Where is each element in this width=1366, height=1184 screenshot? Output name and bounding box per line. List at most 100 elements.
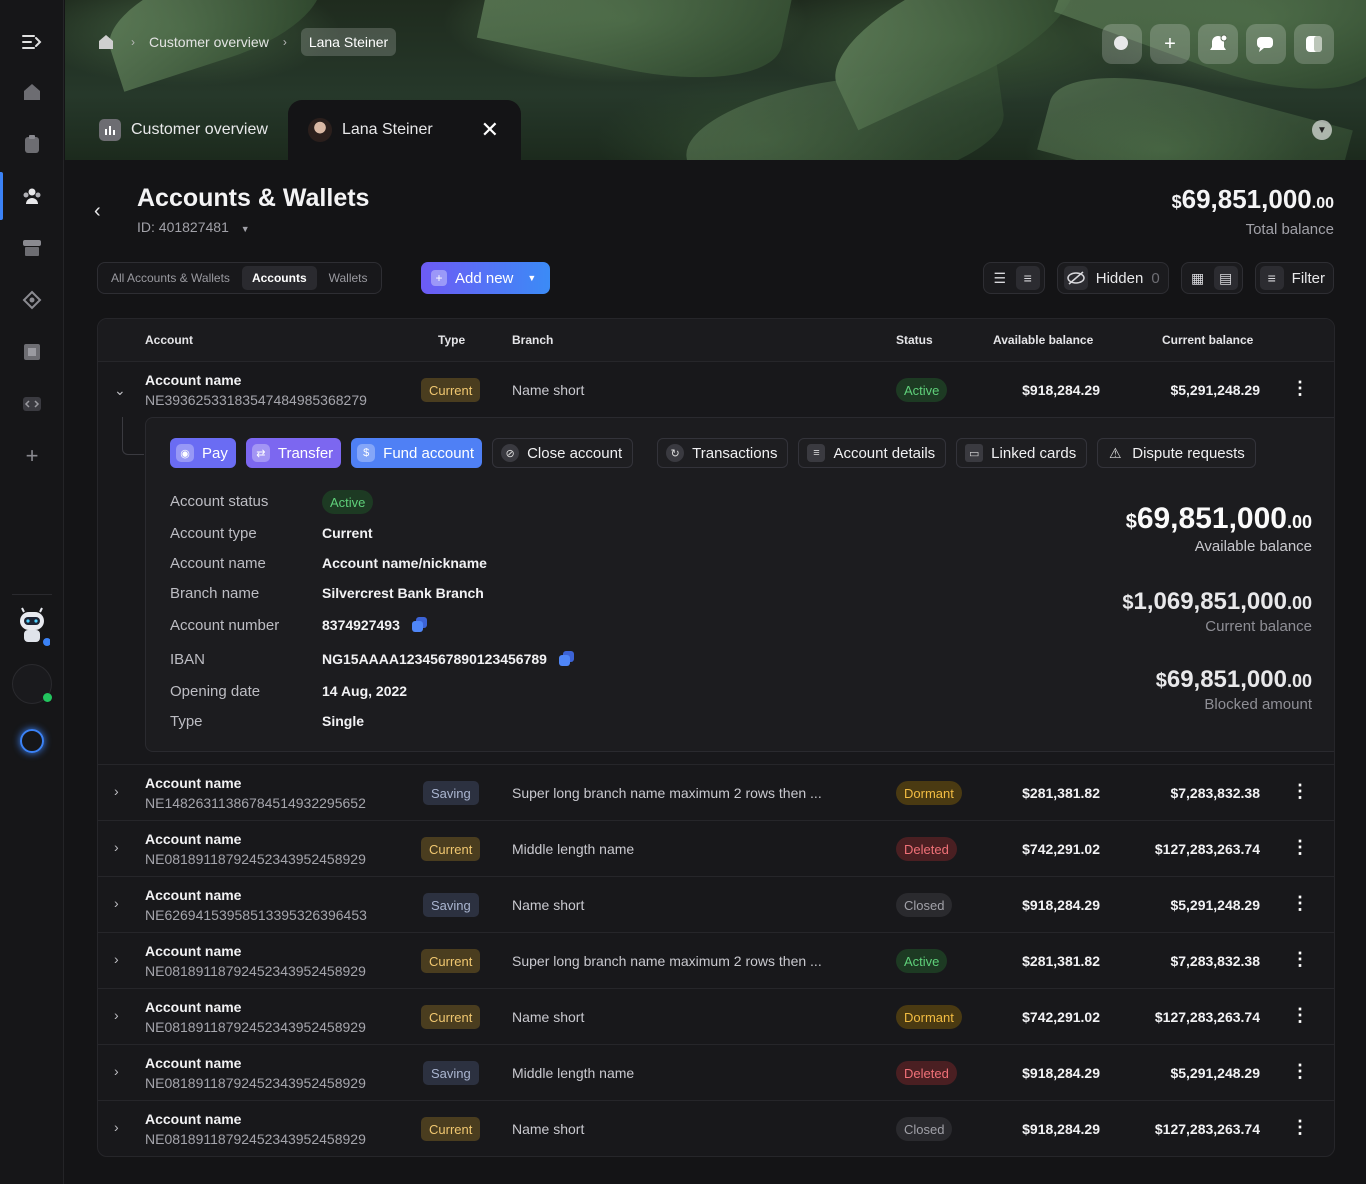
messages-button[interactable] [1246, 24, 1286, 64]
more-options-icon[interactable]: ⋮ [1291, 1117, 1309, 1138]
compact-view-icon[interactable]: ≡ [1015, 266, 1040, 290]
transactions-button[interactable]: ↻ Transactions [657, 438, 789, 468]
table-row[interactable]: › Account name NE0818911879245234395245892… [98, 1045, 1334, 1101]
tab-customer-overview[interactable]: Customer overview [65, 100, 288, 160]
available-balance: $742,291.02 [1022, 841, 1100, 857]
table-row[interactable]: › Account name NE0818911879245234395245892… [98, 933, 1334, 989]
account-type-segmented-control: All Accounts & Wallets Accounts Wallets [97, 262, 382, 294]
currency-symbol: $ [1122, 592, 1134, 614]
add-new-button[interactable]: + Add new ▼ [421, 262, 551, 294]
more-options-icon[interactable]: ⋮ [1291, 781, 1309, 802]
chevron-right-icon[interactable]: › [114, 895, 119, 911]
tab-lana-steiner[interactable]: Lana Steiner ✕ [287, 100, 522, 160]
table-row[interactable]: › Account name NE1482631138678451493229565… [98, 765, 1334, 821]
status-badge: Dormant [896, 1005, 962, 1029]
user-avatar[interactable] [12, 664, 52, 704]
account-details-button[interactable]: ≡ Account details [798, 438, 947, 468]
document-icon[interactable]: ▤ [1213, 266, 1238, 290]
copy-icon[interactable] [558, 651, 575, 667]
document-icon: ≡ [807, 444, 826, 462]
customer-id-dropdown[interactable]: ID: 401827481 ▼ [137, 219, 250, 235]
table-row[interactable]: › Account name NE0818911879245234395245892… [98, 821, 1334, 877]
tab-bar: Customer overview Lana Steiner ✕ [65, 100, 522, 160]
more-options-icon[interactable]: ⋮ [1291, 949, 1309, 970]
header-current-balance[interactable]: Current balance [1162, 333, 1253, 347]
filter-button[interactable]: ≡ Filter [1254, 262, 1334, 294]
header-account[interactable]: Account [145, 333, 193, 347]
available-balance: $918,284.29 [1022, 897, 1100, 913]
type-badge: Current [421, 378, 481, 402]
ai-orb-icon[interactable] [20, 729, 44, 753]
transfer-button[interactable]: ⇄ Transfer [245, 438, 342, 468]
holder-type-value: Single [322, 713, 365, 729]
segment-accounts[interactable]: Accounts [241, 266, 317, 290]
customers-icon[interactable] [20, 184, 44, 208]
pay-icon: ◉ [176, 444, 194, 462]
pay-button[interactable]: ◉ Pay [170, 438, 236, 468]
account-actions: ◉ Pay ⇄ Transfer $ Fund account ⊘ Close acco… [170, 438, 1256, 468]
search-button[interactable] [1102, 24, 1142, 64]
current-balance-label: Current balance [1205, 618, 1312, 635]
assistant-bot-icon[interactable] [14, 606, 51, 646]
available-balance-summary: $69,851,000.00 Available balance [1126, 502, 1312, 555]
collapse-menu-icon[interactable] [20, 30, 44, 54]
more-options-icon[interactable]: ⋮ [1291, 378, 1309, 399]
chevron-right-icon[interactable]: › [114, 1007, 119, 1023]
filter-icon: ≡ [1259, 266, 1284, 290]
close-icon[interactable]: ✕ [481, 117, 499, 143]
store-icon[interactable] [20, 236, 44, 260]
chevron-right-icon[interactable]: › [114, 839, 119, 855]
add-icon[interactable]: + [20, 443, 44, 468]
table-row[interactable]: › Account name NE0818911879245234395245892… [98, 1101, 1334, 1156]
branch-name: Name short [512, 382, 585, 398]
hidden-toggle[interactable]: Hidden 0 [1056, 262, 1169, 294]
list-view-icon[interactable]: ☰ [988, 266, 1012, 290]
chevron-down-icon[interactable]: ⌄ [114, 382, 126, 399]
type-badge: Current [421, 1005, 481, 1029]
table-row[interactable]: › Account name NE6269415395851339532639645… [98, 877, 1334, 933]
panel-toggle-button[interactable] [1294, 24, 1334, 64]
chevron-right-icon[interactable]: › [114, 1119, 119, 1135]
code-icon[interactable] [20, 392, 44, 416]
account-type-value: Current [322, 525, 373, 541]
breadcrumb-customer-overview[interactable]: Customer overview [149, 34, 269, 50]
table-row[interactable]: ⌄ Account name NE39362533183547484985368… [98, 362, 1334, 418]
segment-wallets[interactable]: Wallets [319, 266, 378, 290]
more-options-icon[interactable]: ⋮ [1291, 837, 1309, 858]
hidden-count: 0 [1151, 269, 1160, 287]
clipboard-icon[interactable] [20, 132, 44, 156]
header-type[interactable]: Type [438, 333, 465, 347]
field-label: Branch name [170, 585, 260, 602]
close-account-button[interactable]: ⊘ Close account [492, 438, 634, 468]
linked-cards-button[interactable]: ▭ Linked cards [956, 438, 1088, 468]
dispute-requests-button[interactable]: ⚠ Dispute requests [1097, 438, 1256, 468]
segment-all[interactable]: All Accounts & Wallets [101, 266, 240, 290]
add-button[interactable]: + [1150, 24, 1190, 64]
network-icon[interactable] [20, 288, 44, 312]
branch-name: Name short [512, 897, 585, 913]
chevron-right-icon[interactable]: › [114, 783, 119, 799]
notifications-button[interactable] [1198, 24, 1238, 64]
header-status[interactable]: Status [896, 333, 933, 347]
chevron-down-icon[interactable]: ▼ [1312, 120, 1332, 140]
home-icon[interactable] [95, 31, 117, 53]
account-number: NE08189118792452343952458929 [145, 963, 366, 979]
table-row[interactable]: › Account name NE0818911879245234395245892… [98, 989, 1334, 1045]
home-icon[interactable] [20, 80, 44, 104]
chevron-right-icon[interactable]: › [114, 951, 119, 967]
iban-value: NG15AAAA1234567890123456789 [322, 651, 547, 667]
reports-icon[interactable] [20, 340, 44, 364]
more-options-icon[interactable]: ⋮ [1291, 893, 1309, 914]
header-branch[interactable]: Branch [512, 333, 553, 347]
breadcrumb-current[interactable]: Lana Steiner [300, 28, 397, 56]
chevron-right-icon[interactable]: › [114, 1063, 119, 1079]
copy-icon[interactable] [411, 617, 428, 633]
back-button[interactable]: ‹ [94, 200, 101, 223]
more-options-icon[interactable]: ⋮ [1291, 1005, 1309, 1026]
more-options-icon[interactable]: ⋮ [1291, 1061, 1309, 1082]
available-balance: $281,381.82 [1022, 953, 1100, 969]
fund-account-button[interactable]: $ Fund account [351, 438, 483, 468]
header-available-balance[interactable]: Available balance [993, 333, 1093, 347]
grid-icon[interactable]: ▦ [1186, 266, 1210, 290]
transfer-label: Transfer [277, 444, 334, 462]
